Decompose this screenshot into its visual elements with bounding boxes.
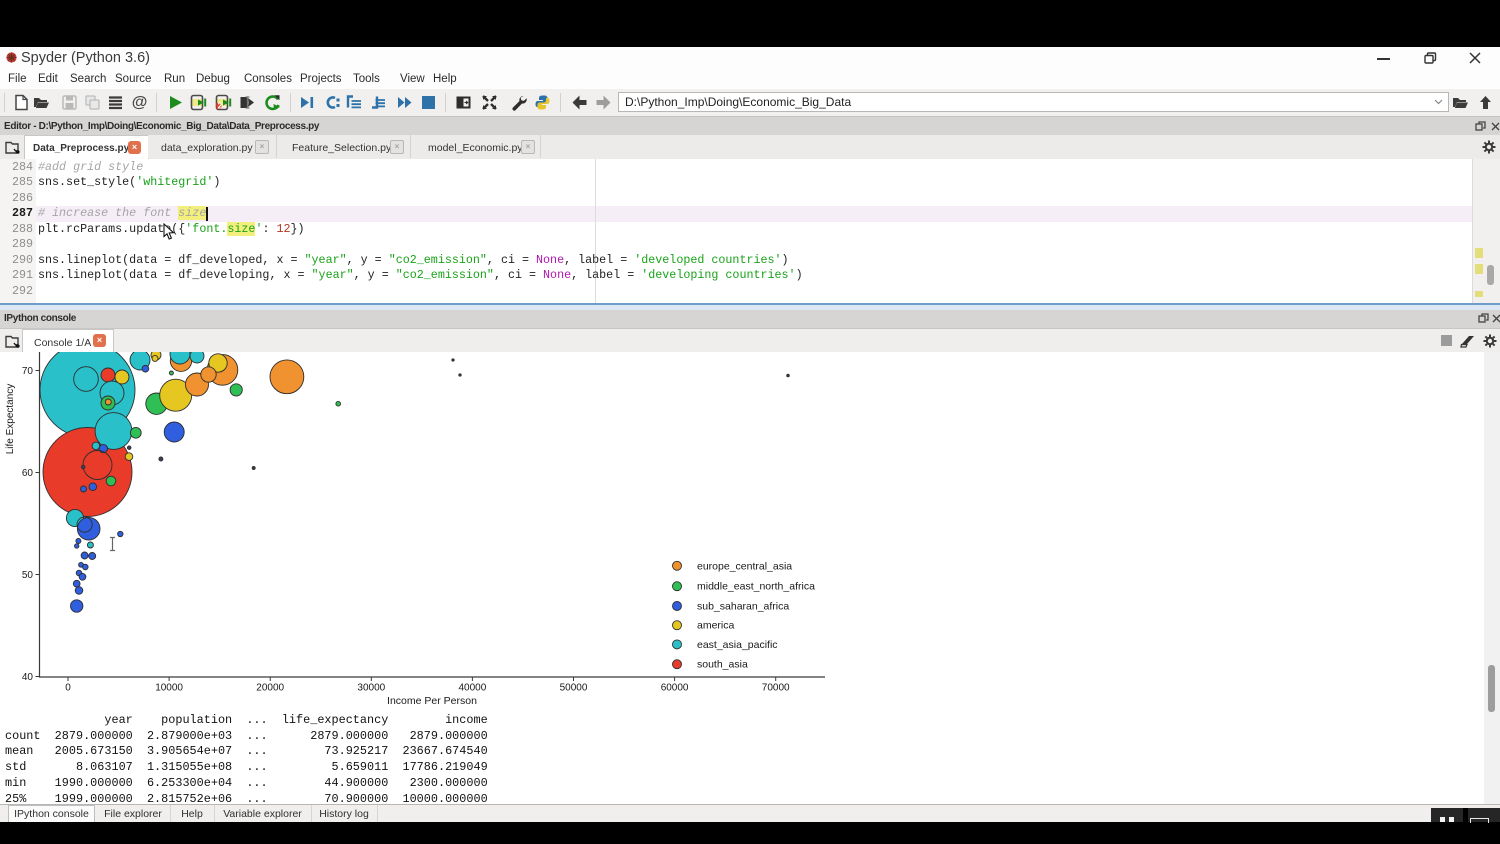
svg-text:10000: 10000 xyxy=(155,683,183,694)
svg-text:20000: 20000 xyxy=(256,683,284,694)
svg-text:Life Expectancy: Life Expectancy xyxy=(5,384,16,455)
svg-text:europe_central_asia: europe_central_asia xyxy=(697,560,792,572)
svg-text:60000: 60000 xyxy=(661,683,689,694)
svg-text:60: 60 xyxy=(22,468,34,479)
svg-text:40: 40 xyxy=(22,672,34,683)
svg-text:70: 70 xyxy=(22,366,34,377)
svg-text:Income Per Person: Income Per Person xyxy=(387,695,477,707)
svg-text:east_asia_pacific: east_asia_pacific xyxy=(697,639,778,651)
svg-text:2: 2 xyxy=(218,102,223,111)
svg-text:0: 0 xyxy=(65,683,71,694)
svg-text:middle_east_north_africa: middle_east_north_africa xyxy=(697,581,815,593)
svg-text:50: 50 xyxy=(22,570,34,581)
svg-text:america: america xyxy=(697,620,735,632)
svg-text:30000: 30000 xyxy=(357,683,385,694)
svg-text:50000: 50000 xyxy=(560,683,588,694)
svg-text:70000: 70000 xyxy=(762,683,790,694)
svg-text:sub_saharan_africa: sub_saharan_africa xyxy=(697,601,789,613)
svg-text:40000: 40000 xyxy=(458,683,486,694)
svg-text:south_asia: south_asia xyxy=(697,659,748,671)
